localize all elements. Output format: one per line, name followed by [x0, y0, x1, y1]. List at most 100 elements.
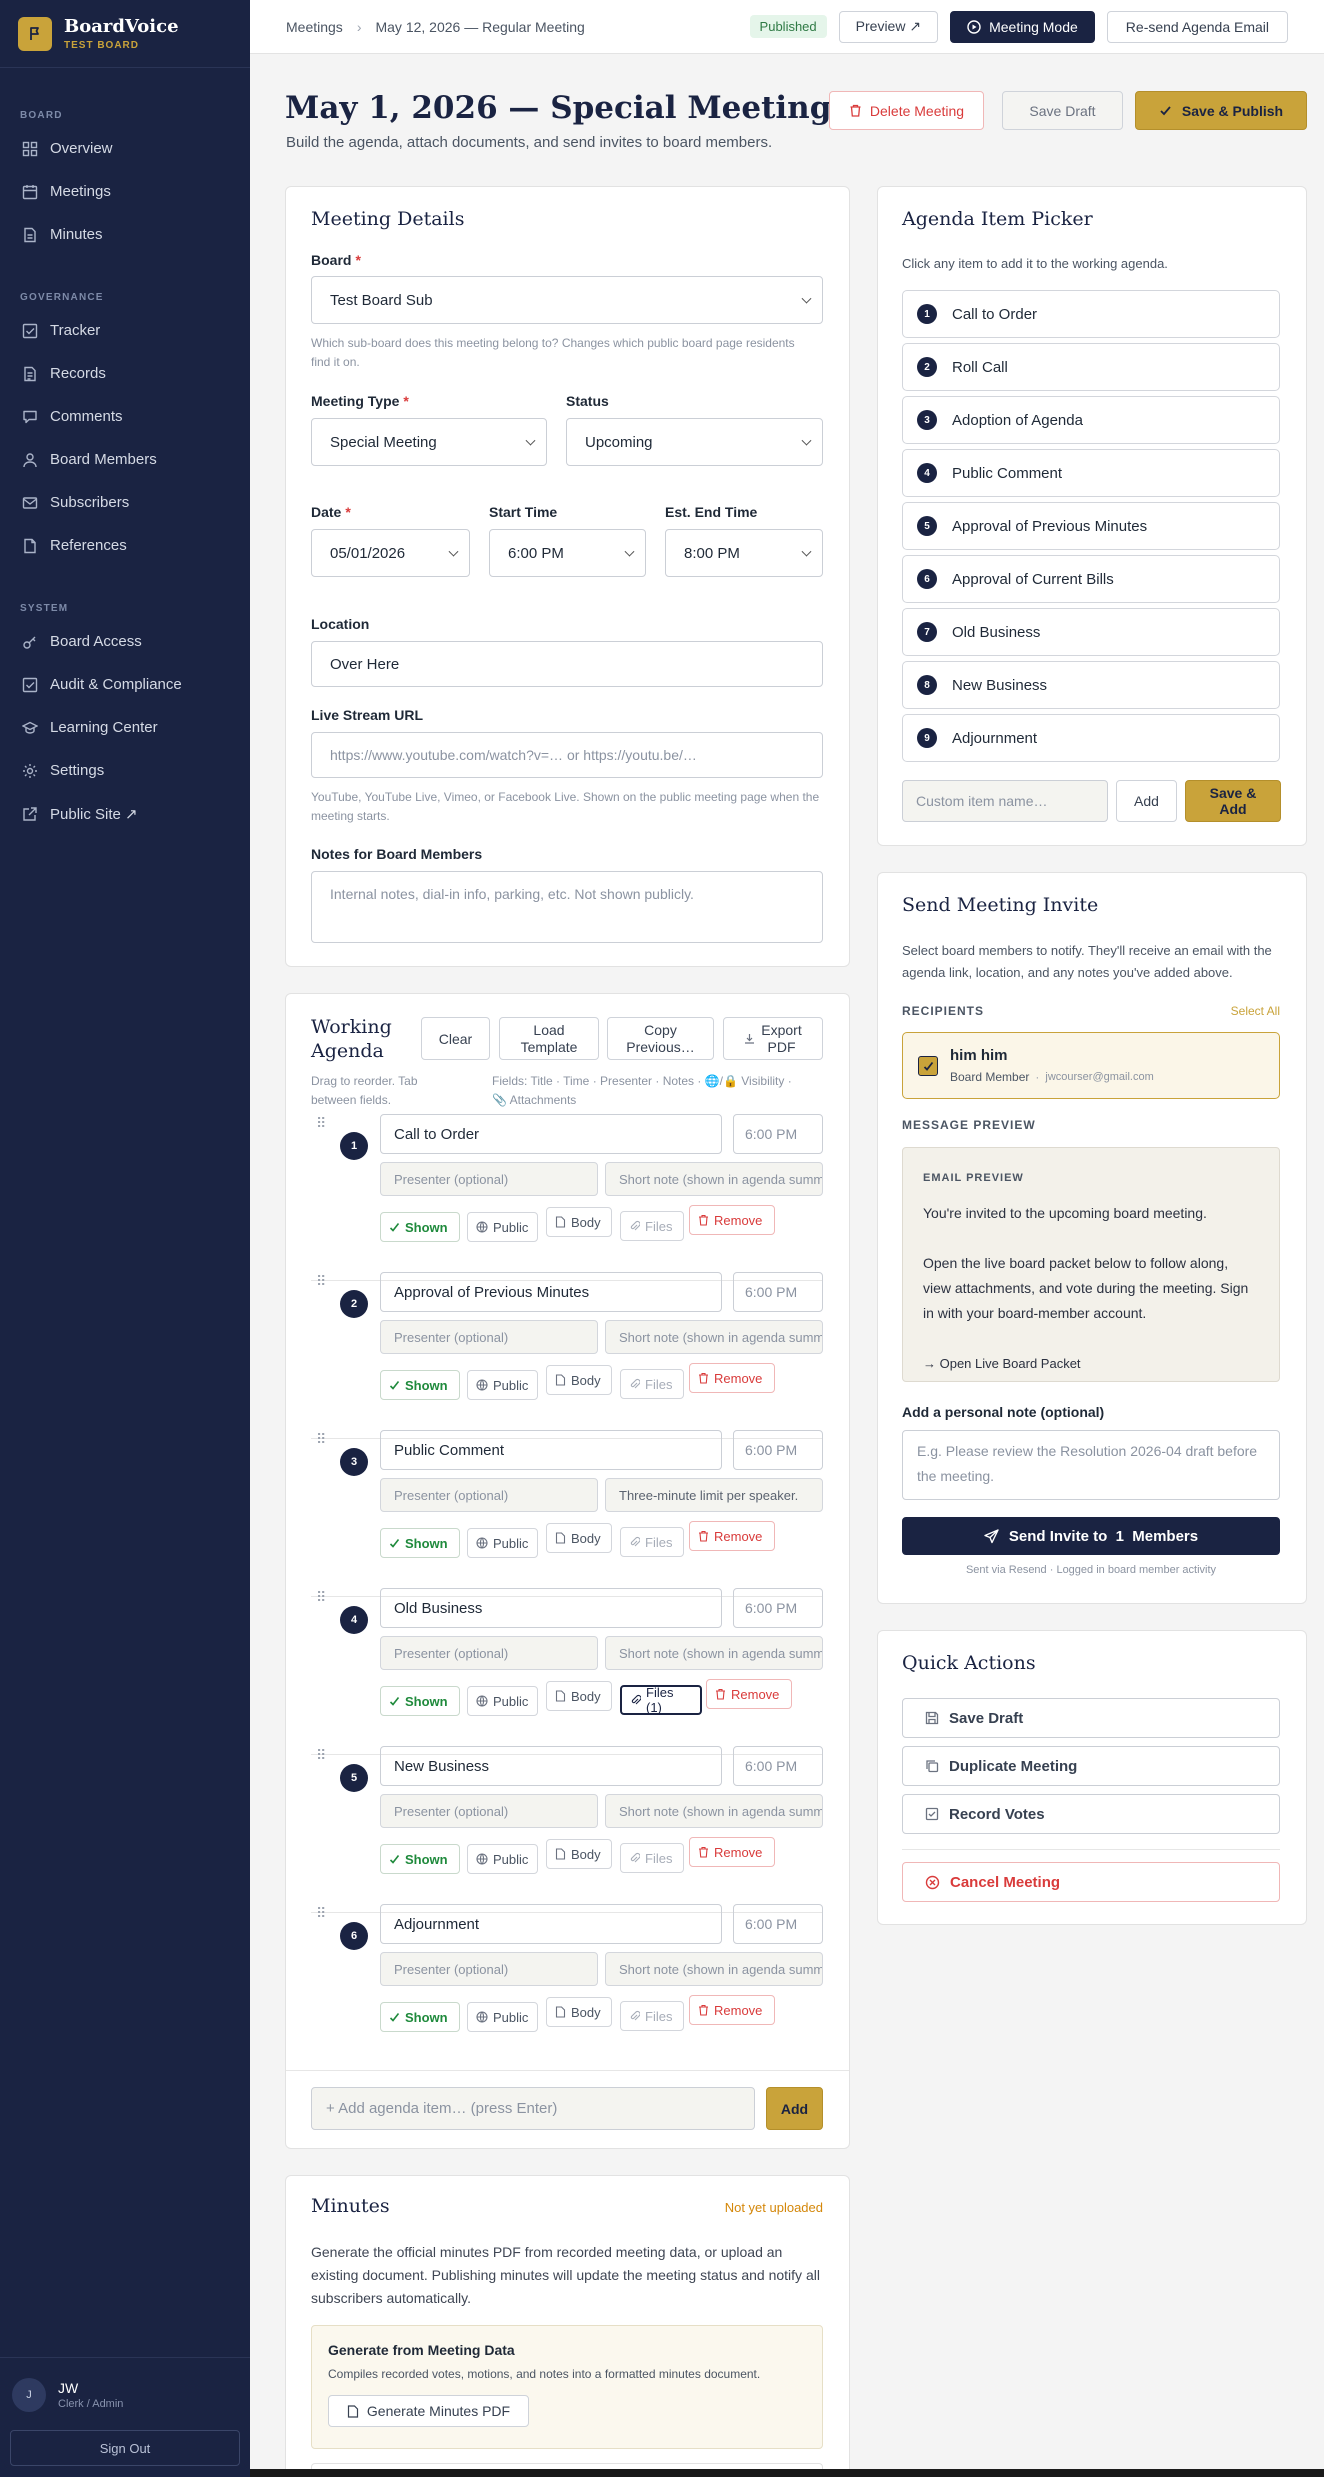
copy-previous-button[interactable]: Copy Previous… — [607, 1017, 714, 1060]
sidebar-item-minutes[interactable]: Minutes — [0, 213, 250, 256]
agenda-item-title-input[interactable]: Call to Order — [380, 1114, 722, 1154]
sidebar-item-learning[interactable]: Learning Center — [0, 706, 250, 749]
body-button[interactable]: Body — [546, 1207, 612, 1237]
picker-item[interactable]: 8 New Business — [902, 661, 1280, 709]
files-button[interactable]: Files — [620, 1369, 684, 1399]
drag-handle-icon[interactable]: ⠿ — [316, 1274, 326, 1288]
body-button[interactable]: Body — [546, 1365, 612, 1395]
remove-item-button[interactable]: Remove — [689, 1837, 775, 1867]
agenda-item-title-input[interactable]: Public Comment — [380, 1430, 722, 1470]
save-and-add-button[interactable]: Save & Add — [1185, 780, 1281, 822]
sidebar-item-board-members[interactable]: Board Members — [0, 438, 250, 481]
visibility-shown-toggle[interactable]: Shown — [380, 2002, 460, 2032]
sign-out-button[interactable]: Sign Out — [10, 2430, 240, 2466]
breadcrumb-current[interactable]: May 12, 2026 — Regular Meeting — [375, 19, 584, 35]
visibility-public-toggle[interactable]: Public — [467, 1686, 538, 1716]
save-draft-button[interactable]: Save Draft — [1002, 91, 1123, 130]
open-live-packet-link[interactable]: → Open Live Board Packet — [923, 1351, 1259, 1376]
agenda-item-presenter-input[interactable]: Presenter (optional) — [380, 1320, 598, 1354]
start-time-select[interactable]: 6:00 PM — [489, 529, 646, 577]
end-time-select[interactable]: 8:00 PM — [665, 529, 823, 577]
send-invite-button[interactable]: Send Invite to 1 Members — [902, 1517, 1280, 1555]
resend-agenda-button[interactable]: Re-send Agenda Email — [1106, 10, 1288, 43]
meeting-type-select[interactable]: Special Meeting — [311, 418, 547, 466]
body-button[interactable]: Body — [546, 1523, 612, 1553]
sidebar-item-comments[interactable]: Comments — [0, 395, 250, 438]
delete-meeting-button[interactable]: Delete Meeting — [829, 91, 984, 130]
visibility-public-toggle[interactable]: Public — [467, 1370, 538, 1400]
picker-item[interactable]: 5 Approval of Previous Minutes — [902, 502, 1280, 550]
agenda-item-note-input[interactable]: Short note (shown in agenda summary) — [605, 1162, 823, 1196]
agenda-item-presenter-input[interactable]: Presenter (optional) — [380, 1636, 598, 1670]
agenda-item-note-input[interactable]: Short note (shown in agenda summary) — [605, 1320, 823, 1354]
agenda-item-title-input[interactable]: Old Business — [380, 1588, 722, 1628]
files-button[interactable]: Files — [620, 1211, 684, 1241]
picker-item[interactable]: 7 Old Business — [902, 608, 1280, 656]
agenda-item-presenter-input[interactable]: Presenter (optional) — [380, 1794, 598, 1828]
quick-save-draft-button[interactable]: Save Draft — [902, 1698, 1280, 1738]
sidebar-item-meetings[interactable]: Meetings — [0, 170, 250, 213]
date-select[interactable]: 05/01/2026 — [311, 529, 470, 577]
add-agenda-item-input[interactable]: + Add agenda item… (press Enter) — [311, 2087, 755, 2130]
personal-note-textarea[interactable]: E.g. Please review the Resolution 2026-0… — [902, 1430, 1280, 1500]
status-select[interactable]: Upcoming — [566, 418, 823, 466]
sidebar-item-settings[interactable]: Settings — [0, 749, 250, 792]
live-stream-input[interactable]: https://www.youtube.com/watch?v=… or htt… — [311, 732, 823, 778]
agenda-item-time-input[interactable]: 6:00 PM — [733, 1114, 823, 1154]
add-custom-item-button[interactable]: Add — [1116, 780, 1177, 822]
visibility-shown-toggle[interactable]: Shown — [380, 1528, 460, 1558]
recipient-row[interactable] — [902, 1032, 1280, 1099]
load-template-button[interactable]: Load Template — [499, 1017, 599, 1060]
cancel-meeting-button[interactable]: Cancel Meeting — [902, 1862, 1280, 1902]
agenda-item-note-input[interactable]: Short note (shown in agenda summary) — [605, 1636, 823, 1670]
body-button[interactable]: Body — [546, 1839, 612, 1869]
agenda-item-title-input[interactable]: Adjournment — [380, 1904, 722, 1944]
brand[interactable]: BoardVoice TEST BOARD — [0, 0, 250, 68]
generate-minutes-button[interactable]: Generate Minutes PDF — [328, 2395, 529, 2427]
picker-item[interactable]: 2 Roll Call — [902, 343, 1280, 391]
clear-agenda-button[interactable]: Clear — [421, 1017, 490, 1060]
remove-item-button[interactable]: Remove — [706, 1679, 792, 1709]
duplicate-meeting-button[interactable]: Duplicate Meeting — [902, 1746, 1280, 1786]
visibility-public-toggle[interactable]: Public — [467, 1844, 538, 1874]
remove-item-button[interactable]: Remove — [689, 1521, 775, 1551]
picker-item[interactable]: 1 Call to Order — [902, 290, 1280, 338]
visibility-shown-toggle[interactable]: Shown — [380, 1686, 460, 1716]
preview-button[interactable]: Preview ↗ — [838, 10, 939, 43]
select-all-link[interactable]: Select All — [1231, 1004, 1280, 1018]
agenda-item-title-input[interactable]: Approval of Previous Minutes — [380, 1272, 722, 1312]
sidebar-item-overview[interactable]: Overview — [0, 127, 250, 170]
picker-item[interactable]: 4 Public Comment — [902, 449, 1280, 497]
agenda-item-time-input[interactable]: 6:00 PM — [733, 1430, 823, 1470]
visibility-shown-toggle[interactable]: Shown — [380, 1844, 460, 1874]
user-profile[interactable]: J JW Clerk / Admin — [10, 2372, 240, 2418]
sidebar-item-references[interactable]: References — [0, 524, 250, 567]
remove-item-button[interactable]: Remove — [689, 1995, 775, 2025]
visibility-public-toggle[interactable]: Public — [467, 2002, 538, 2032]
board-select[interactable]: Test Board Sub — [311, 276, 823, 324]
visibility-shown-toggle[interactable]: Shown — [380, 1370, 460, 1400]
sidebar-item-tracker[interactable]: Tracker — [0, 309, 250, 352]
files-button[interactable]: Files — [620, 2001, 684, 2031]
agenda-item-presenter-input[interactable]: Presenter (optional) — [380, 1478, 598, 1512]
sidebar-item-subscribers[interactable]: Subscribers — [0, 481, 250, 524]
body-button[interactable]: Body — [546, 1997, 612, 2027]
body-button[interactable]: Body — [546, 1681, 612, 1711]
agenda-item-time-input[interactable]: 6:00 PM — [733, 1746, 823, 1786]
files-button[interactable]: Files — [620, 1527, 684, 1557]
sidebar-item-board-access[interactable]: Board Access — [0, 620, 250, 663]
notes-textarea[interactable]: Internal notes, dial-in info, parking, e… — [311, 871, 823, 943]
agenda-item-presenter-input[interactable]: Presenter (optional) — [380, 1952, 598, 1986]
agenda-item-note-input[interactable]: Short note (shown in agenda summary) — [605, 1952, 823, 1986]
drag-handle-icon[interactable]: ⠿ — [316, 1906, 326, 1920]
add-agenda-item-button[interactable]: Add — [766, 2087, 823, 2130]
drag-handle-icon[interactable]: ⠿ — [316, 1590, 326, 1604]
breadcrumb-meetings[interactable]: Meetings — [286, 19, 343, 35]
agenda-item-title-input[interactable]: New Business — [380, 1746, 722, 1786]
agenda-item-presenter-input[interactable]: Presenter (optional) — [380, 1162, 598, 1196]
agenda-item-note-input[interactable]: Three-minute limit per speaker. — [605, 1478, 823, 1512]
drag-handle-icon[interactable]: ⠿ — [316, 1116, 326, 1130]
sidebar-item-records[interactable]: Records — [0, 352, 250, 395]
agenda-item-time-input[interactable]: 6:00 PM — [733, 1272, 823, 1312]
agenda-item-time-input[interactable]: 6:00 PM — [733, 1904, 823, 1944]
